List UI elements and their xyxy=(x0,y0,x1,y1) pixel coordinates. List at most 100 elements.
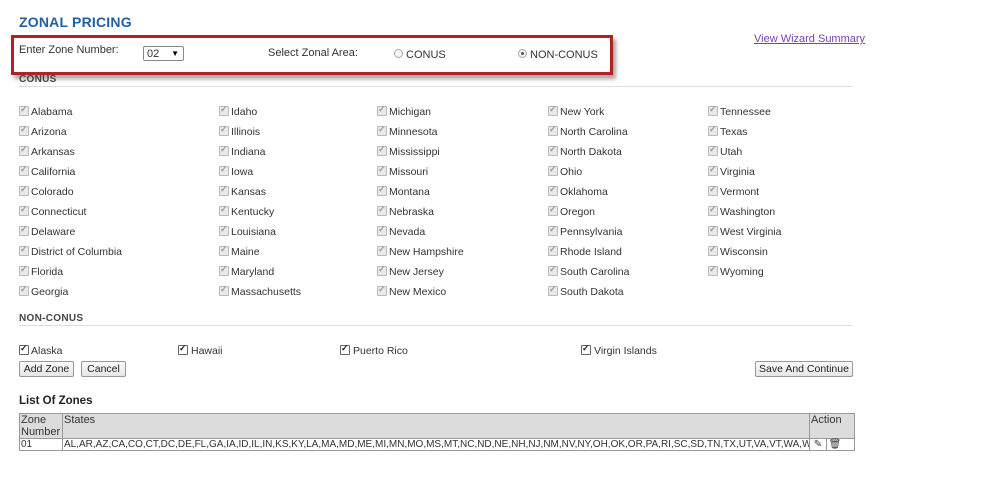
state-label: Iowa xyxy=(231,166,254,178)
state-label: Delaware xyxy=(31,226,76,238)
state-checkbox[interactable] xyxy=(708,104,718,116)
state-label: Louisiana xyxy=(231,226,276,238)
state-checkbox[interactable] xyxy=(548,264,558,276)
edit-pencil-icon[interactable]: ✎ xyxy=(810,439,826,450)
state-checkbox[interactable] xyxy=(219,244,229,256)
conus-radio-label: CONUS xyxy=(406,49,446,61)
state-checkbox[interactable] xyxy=(219,264,229,276)
state-checkbox[interactable] xyxy=(548,184,558,196)
state-label: California xyxy=(31,166,76,178)
state-checkbox[interactable] xyxy=(708,164,718,176)
state-checkbox[interactable] xyxy=(19,343,29,355)
state-checkbox[interactable] xyxy=(19,164,29,176)
state-checkbox[interactable] xyxy=(219,284,229,296)
state-label: District of Columbia xyxy=(31,246,123,258)
state-checkbox[interactable] xyxy=(377,224,387,236)
state-checkbox[interactable] xyxy=(708,244,718,256)
state-checkbox[interactable] xyxy=(548,244,558,256)
state-checkbox[interactable] xyxy=(548,204,558,216)
state-checkbox[interactable] xyxy=(377,204,387,216)
state-label: Maryland xyxy=(231,266,275,278)
action-header: Action xyxy=(809,413,855,439)
state-checkbox[interactable] xyxy=(548,164,558,176)
state-label: Virginia xyxy=(720,166,755,178)
cancel-button[interactable]: Cancel xyxy=(81,361,126,377)
state-label: Wyoming xyxy=(720,266,764,278)
view-wizard-summary-link[interactable]: View Wizard Summary xyxy=(754,33,865,45)
state-checkbox[interactable] xyxy=(548,284,558,296)
state-checkbox[interactable] xyxy=(19,144,29,156)
state-checkbox[interactable] xyxy=(377,284,387,296)
state-checkbox[interactable] xyxy=(548,144,558,156)
state-checkbox[interactable] xyxy=(581,343,591,355)
zonal-area-label: Select Zonal Area: xyxy=(268,47,358,59)
state-checkbox[interactable] xyxy=(708,204,718,216)
state-checkbox[interactable] xyxy=(708,144,718,156)
zone-number-value: 02 xyxy=(147,48,160,60)
state-label: Puerto Rico xyxy=(353,345,408,357)
state-checkbox[interactable] xyxy=(548,224,558,236)
state-checkbox[interactable] xyxy=(219,184,229,196)
state-label: Connecticut xyxy=(31,206,87,218)
state-label: Arkansas xyxy=(31,146,75,158)
state-label: Michigan xyxy=(389,106,432,118)
state-label: Indiana xyxy=(231,146,266,158)
state-checkbox[interactable] xyxy=(548,124,558,136)
state-checkbox[interactable] xyxy=(548,104,558,116)
state-checkbox[interactable] xyxy=(219,164,229,176)
state-checkbox[interactable] xyxy=(219,104,229,116)
zone-number-cell: 01 xyxy=(19,438,63,451)
save-and-continue-button[interactable]: Save And Continue xyxy=(755,361,853,377)
state-label: Colorado xyxy=(31,186,74,198)
state-checkbox[interactable] xyxy=(340,343,350,355)
state-checkbox[interactable] xyxy=(708,224,718,236)
table-row: 01 AL,AR,AZ,CA,CO,CT,DC,DE,FL,GA,IA,ID,I… xyxy=(19,438,855,451)
state-checkbox[interactable] xyxy=(19,244,29,256)
state-checkbox[interactable] xyxy=(219,204,229,216)
state-checkbox[interactable] xyxy=(19,124,29,136)
state-label: Georgia xyxy=(31,286,69,298)
state-label: Washington xyxy=(720,206,776,218)
state-checkbox[interactable] xyxy=(19,104,29,116)
zones-table: Zone Number States Action 01 AL,AR,AZ,CA… xyxy=(19,413,855,451)
conus-heading: CONUS xyxy=(19,74,57,85)
state-label: Maine xyxy=(231,246,260,258)
state-checkbox[interactable] xyxy=(219,124,229,136)
non-conus-divider xyxy=(19,325,852,326)
state-checkbox[interactable] xyxy=(708,264,718,276)
non-conus-heading: NON-CONUS xyxy=(19,313,84,324)
state-label: Nevada xyxy=(389,226,426,238)
conus-radio[interactable] xyxy=(394,49,403,58)
state-label: Arizona xyxy=(31,126,67,138)
state-checkbox[interactable] xyxy=(377,184,387,196)
state-label: Kentucky xyxy=(231,206,275,218)
state-checkbox[interactable] xyxy=(19,284,29,296)
add-zone-button[interactable]: Add Zone xyxy=(19,361,74,377)
state-checkbox[interactable] xyxy=(377,144,387,156)
state-checkbox[interactable] xyxy=(377,104,387,116)
state-checkbox[interactable] xyxy=(19,264,29,276)
state-label: Missouri xyxy=(389,166,429,178)
state-label: New York xyxy=(560,106,605,118)
state-checkbox[interactable] xyxy=(219,144,229,156)
state-label: Alaska xyxy=(31,345,63,357)
non-conus-radio[interactable] xyxy=(518,49,527,58)
state-label: South Carolina xyxy=(560,266,630,278)
state-checkbox[interactable] xyxy=(219,224,229,236)
state-checkbox[interactable] xyxy=(708,184,718,196)
state-label: North Carolina xyxy=(560,126,628,138)
state-checkbox[interactable] xyxy=(19,204,29,216)
zone-number-select[interactable]: 02 ▼ xyxy=(143,46,184,61)
state-checkbox[interactable] xyxy=(19,184,29,196)
state-checkbox[interactable] xyxy=(708,124,718,136)
state-checkbox[interactable] xyxy=(377,124,387,136)
non-conus-radio-label: NON-CONUS xyxy=(530,49,598,61)
delete-trash-icon[interactable]: 🗑 xyxy=(826,439,843,450)
state-checkbox[interactable] xyxy=(377,164,387,176)
state-checkbox[interactable] xyxy=(377,244,387,256)
state-checkbox[interactable] xyxy=(19,224,29,236)
action-cell: ✎ 🗑 xyxy=(809,438,855,451)
state-checkbox[interactable] xyxy=(178,343,188,355)
state-label: Pennsylvania xyxy=(560,226,623,238)
state-checkbox[interactable] xyxy=(377,264,387,276)
